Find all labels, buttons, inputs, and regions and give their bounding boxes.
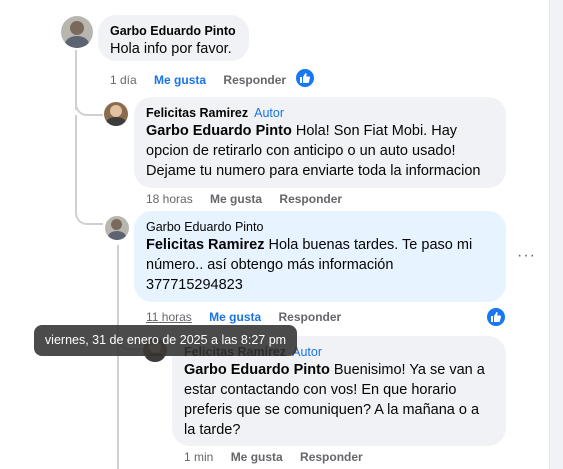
avatar[interactable] [61,16,93,48]
thread-connector [75,195,103,225]
comment-author: Felicitas Ramirez Autor [146,105,494,121]
thread-connector [75,90,103,116]
like-button[interactable]: Me gusta [154,73,206,87]
avatar[interactable] [105,216,129,240]
thread-line [75,115,77,205]
reply-button[interactable]: Responder [300,450,363,464]
comment-actions: 1 min Me gusta Responder [184,450,377,464]
comment-bubble: Garbo Eduardo Pinto Hola info por favor. [98,15,249,61]
reply-bubble: Felicitas Ramirez Autor Garbo Eduardo Pin… [134,97,506,188]
more-options-icon[interactable]: ··· [517,247,536,265]
timestamp-tooltip: viernes, 31 de enero de 2025 a las 8:27 … [34,325,297,356]
scrollbar[interactable] [549,0,563,469]
comment-text: Garbo Eduardo Pinto Buenisimo! Ya se van… [184,362,485,438]
comment-timestamp[interactable]: 18 horas [146,192,193,206]
comment-timestamp[interactable]: 11 horas [146,310,192,324]
thread-line [117,245,119,469]
comment-actions: 11 horas Me gusta Responder [146,310,355,324]
mention-link[interactable]: Felicitas Ramirez [146,237,264,253]
comments-panel: Garbo Eduardo Pinto Hola info por favor.… [0,0,549,469]
reply-button[interactable]: Responder [279,310,342,324]
author-name[interactable]: Felicitas Ramirez [146,106,248,120]
mention-link[interactable]: Garbo Eduardo Pinto [184,362,330,378]
like-icon [491,312,502,322]
mention-link[interactable]: Garbo Eduardo Pinto [146,123,292,139]
comment-actions: 18 horas Me gusta Responder [146,192,356,206]
like-button[interactable]: Me gusta [210,192,262,206]
avatar[interactable] [104,102,128,126]
reply-button[interactable]: Responder [279,192,342,206]
comment-text: Garbo Eduardo Pinto Hola! Son Fiat Mobi.… [146,123,481,179]
reply-button[interactable]: Responder [223,73,286,87]
comment-timestamp[interactable]: 1 min [184,450,213,464]
like-button[interactable]: Me gusta [209,310,261,324]
comment-actions: 1 día Me gusta Responder [110,73,300,87]
comment-timestamp[interactable]: 1 día [110,73,137,87]
comment-author[interactable]: Garbo Eduardo Pinto [110,23,237,39]
author-badge: Autor [254,106,285,120]
like-button[interactable]: Me gusta [231,450,283,464]
comment-text: Felicitas Ramirez Hola buenas tardes. Te… [146,237,473,293]
reaction-badge[interactable] [485,306,507,328]
reply-bubble: Garbo Eduardo Pinto Felicitas Ramirez Ho… [134,211,506,302]
comment-text: Hola info por favor. [110,41,232,57]
like-icon [300,73,311,83]
comment-author[interactable]: Garbo Eduardo Pinto [146,219,494,235]
